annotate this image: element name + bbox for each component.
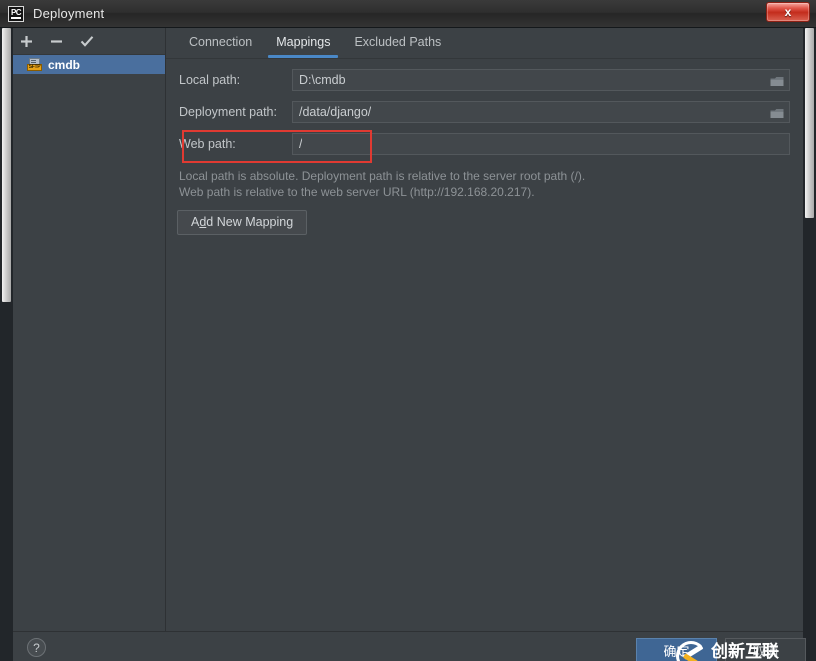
folder-icon: [770, 108, 784, 118]
minus-icon: [51, 39, 62, 43]
title-bar: PC Deployment x: [0, 0, 816, 28]
deployment-path-row: Deployment path: /data/django/: [179, 101, 790, 123]
mappings-hint: Local path is absolute. Deployment path …: [179, 169, 790, 200]
set-default-server-button[interactable]: [78, 33, 95, 50]
tab-connection[interactable]: Connection: [177, 28, 264, 55]
left-scrollbar[interactable]: [0, 28, 13, 661]
local-path-input[interactable]: D:\cmdb: [292, 69, 790, 91]
check-icon: [80, 35, 93, 47]
tab-bar: Connection Mappings Excluded Paths: [166, 28, 803, 59]
web-path-value: /: [299, 137, 303, 151]
web-path-label: Web path:: [179, 137, 236, 151]
ok-button[interactable]: 确定: [636, 638, 717, 661]
help-button[interactable]: ?: [27, 638, 46, 657]
deployment-path-value: /data/django/: [299, 105, 372, 119]
tab-mappings[interactable]: Mappings: [264, 28, 342, 58]
deployment-path-browse-button[interactable]: [767, 104, 787, 122]
add-new-mapping-button[interactable]: Add New Mapping: [177, 210, 308, 235]
add-server-button[interactable]: [18, 33, 35, 50]
question-mark-icon: ?: [33, 640, 40, 655]
local-path-browse-button[interactable]: [767, 72, 787, 90]
cancel-button-label: 取消: [752, 643, 779, 659]
deployment-path-input[interactable]: /data/django/: [292, 101, 790, 123]
cancel-button[interactable]: 取消: [725, 638, 806, 661]
close-button[interactable]: x: [766, 2, 810, 22]
server-list-sidebar: SFTP cmdb: [13, 28, 166, 631]
pycharm-icon: PC: [8, 5, 24, 22]
mappings-form: Local path: D:\cmdb Deployment path: /da…: [166, 59, 803, 235]
tab-excluded-paths[interactable]: Excluded Paths: [342, 28, 453, 55]
hint-line-2: Web path is relative to the web server U…: [179, 184, 535, 199]
ok-button-label: 确定: [663, 643, 690, 659]
deployment-path-label: Deployment path:: [179, 105, 277, 119]
deployment-dialog: PC Deployment x SFTP cmdb Connection Map…: [0, 0, 816, 661]
remove-server-button[interactable]: [48, 33, 65, 50]
close-icon: x: [784, 5, 792, 19]
sftp-icon: SFTP: [27, 58, 42, 71]
local-path-value: D:\cmdb: [299, 73, 346, 87]
hint-line-1: Local path is absolute. Deployment path …: [179, 169, 586, 183]
local-path-row: Local path: D:\cmdb: [179, 69, 790, 91]
dialog-footer: ? 确定 取消: [13, 631, 806, 661]
web-path-input[interactable]: /: [292, 133, 790, 155]
sidebar-toolbar: [13, 28, 165, 55]
main-panel: Connection Mappings Excluded Paths Local…: [166, 28, 803, 631]
add-new-mapping-suffix: d New Mapping: [206, 215, 294, 229]
web-path-row: Web path: /: [179, 133, 790, 155]
sidebar-item-label: cmdb: [48, 57, 81, 72]
dialog-body: SFTP cmdb Connection Mappings Excluded P…: [0, 28, 816, 661]
local-path-label: Local path:: [179, 73, 241, 87]
left-scrollbar-thumb[interactable]: [2, 28, 11, 302]
right-scrollbar-thumb[interactable]: [805, 28, 814, 218]
plus-icon: [21, 35, 32, 47]
window-title: Deployment: [33, 6, 105, 21]
sidebar-item-cmdb[interactable]: SFTP cmdb: [13, 55, 165, 74]
right-scrollbar[interactable]: [803, 28, 816, 661]
folder-icon: [770, 76, 784, 86]
pycharm-icon-text: PC: [10, 7, 22, 17]
